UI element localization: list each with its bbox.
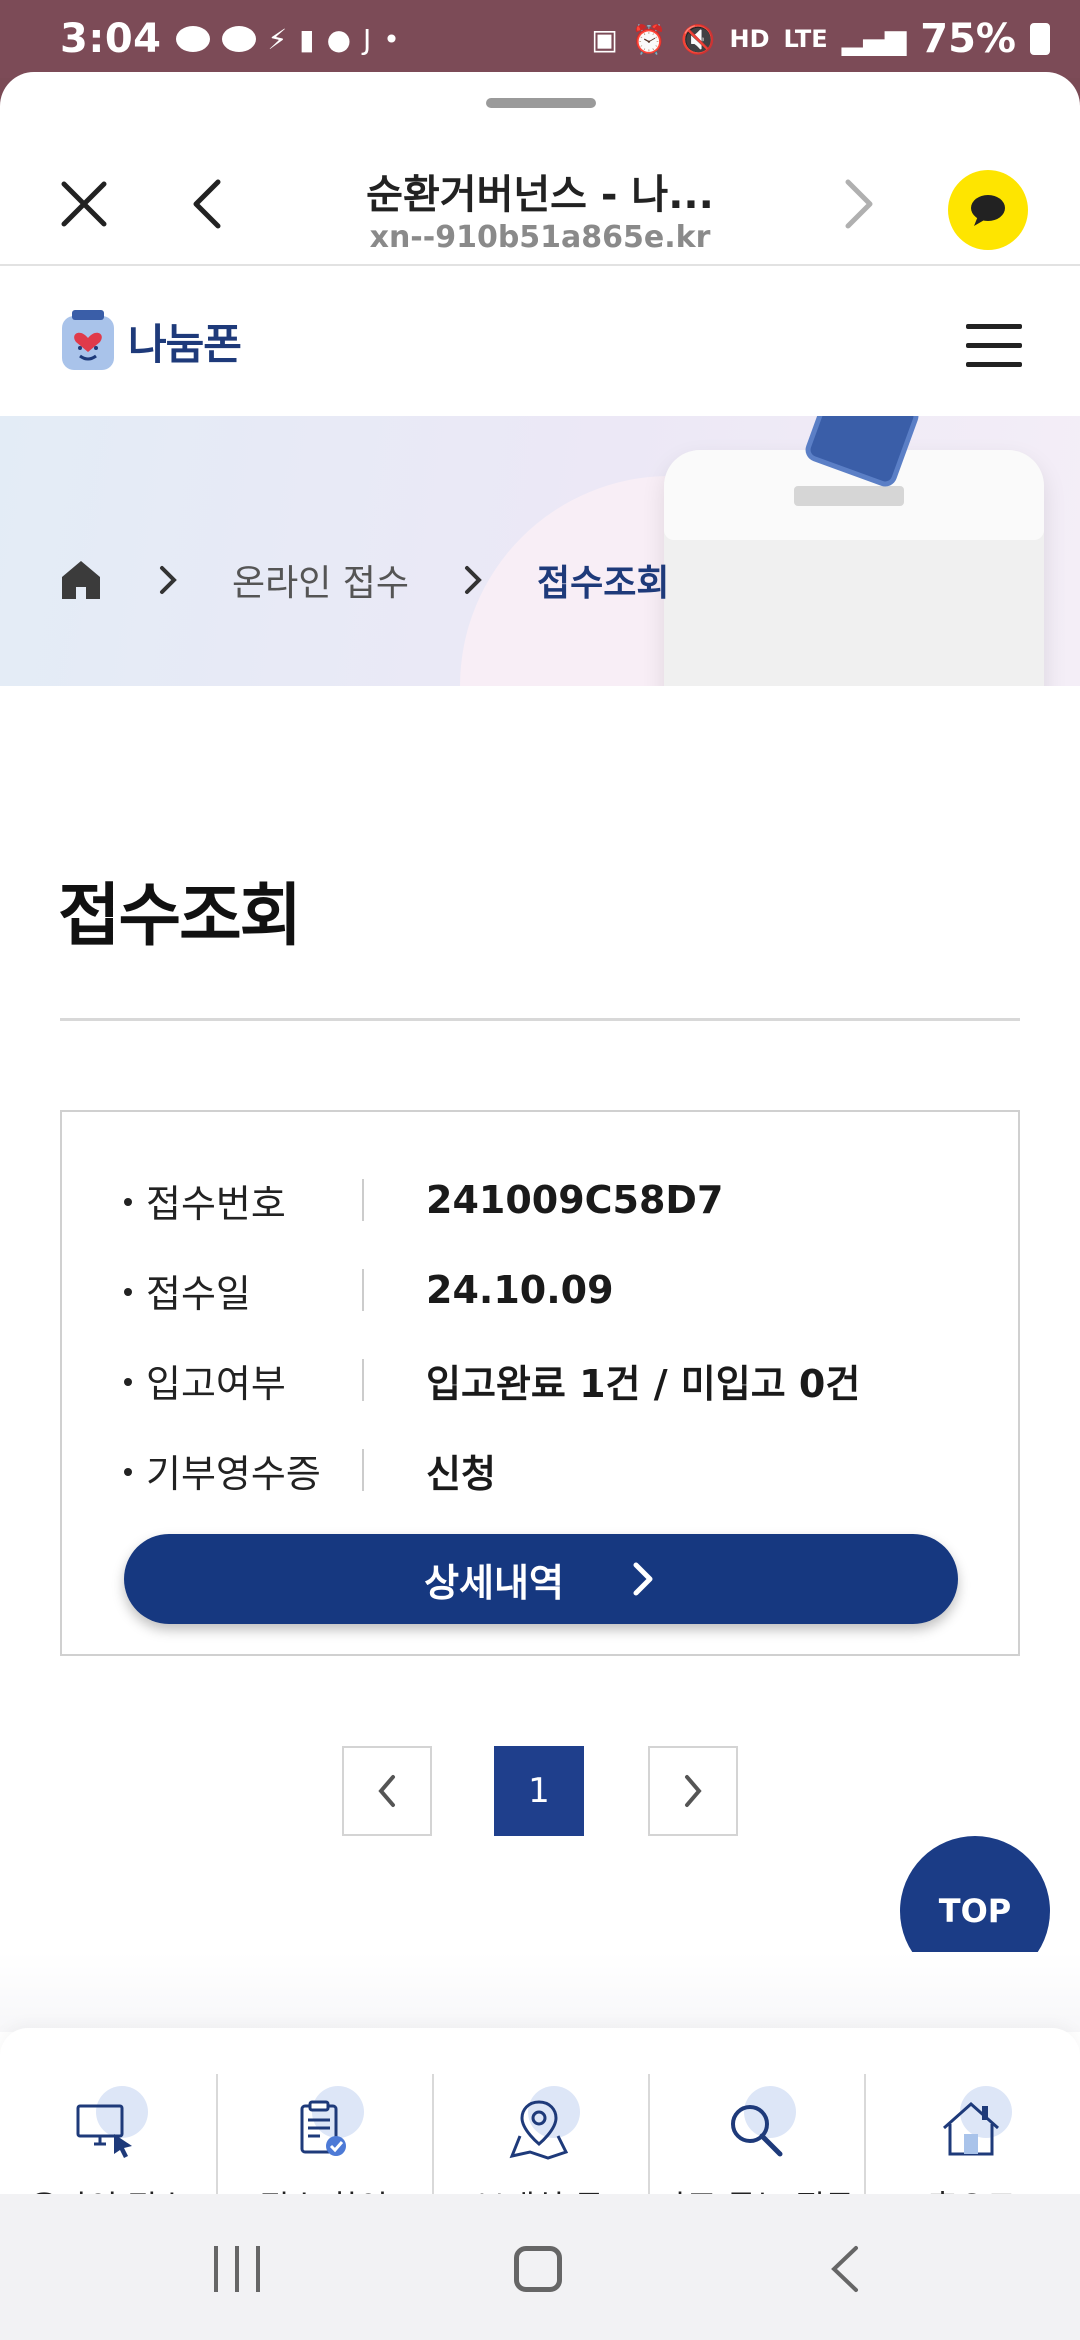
signal-icon: ▂▄▆ [841, 22, 907, 56]
browser-sheet: 순환거버넌스 - 나... xn--910b51a865e.kr 나눔폰 온라인… [0, 72, 1080, 2340]
lte-icon: LTE [783, 25, 828, 53]
info-value: 입고완료 1건 / 미입고 0건 [426, 1361, 861, 1406]
status-bar: 3:04 ⚡ ▮ ● J • ▣ ⏰ 🔇 HD LTE ▂▄▆ 75% [0, 0, 1080, 78]
notification-icons: ⚡ ▮ ● J • [175, 22, 400, 56]
chat-bubble-icon [971, 195, 1005, 226]
j-app-icon: J [363, 22, 372, 56]
logo-text: 나눔폰 [128, 319, 242, 369]
battery-icon [1030, 23, 1050, 55]
close-icon[interactable] [56, 176, 112, 232]
breadcrumb-online-intake[interactable]: 온라인 접수 [232, 554, 409, 606]
clipboard-check-icon [284, 2086, 364, 2166]
browser-toolbar: 순환거버넌스 - 나... xn--910b51a865e.kr [0, 132, 1080, 266]
kakaotalk-notification-icon [175, 26, 210, 52]
status-time: 3:04 [60, 16, 162, 62]
info-row-stock-status: 입고여부 입고완료 1건 / 미입고 0건 [122, 1350, 982, 1410]
pagination-prev-button[interactable] [342, 1746, 432, 1836]
kakao-chat-button[interactable] [948, 170, 1028, 250]
alarm-icon: ⏰ [631, 22, 667, 56]
site-header: 나눔폰 [0, 268, 1080, 414]
info-label: 접수번호 [122, 1173, 362, 1228]
detail-button[interactable]: 상세내역 [124, 1534, 958, 1624]
receipt-info-box: 접수번호 241009C58D7 접수일 24.10.09 입고여부 입고완료 … [60, 1110, 1020, 1656]
system-icons: ▣ ⏰ 🔇 HD LTE ▂▄▆ 75% [591, 16, 1050, 62]
info-row-receipt-date: 접수일 24.10.09 [122, 1260, 982, 1320]
map-pin-icon [500, 2086, 580, 2166]
phone-heart-logo-icon [62, 310, 114, 370]
home-icon[interactable] [58, 557, 104, 603]
page-banner: 온라인 접수 접수조회 [0, 416, 1080, 686]
breadcrumb: 온라인 접수 접수조회 [58, 554, 670, 606]
info-value: 241009C58D7 [426, 1178, 724, 1222]
nfc-icon: ▣ [591, 22, 618, 56]
bolt-icon: ⚡ [267, 22, 288, 56]
info-value: 신청 [426, 1451, 496, 1496]
page-title-browser: 순환거버넌스 - 나... [366, 172, 714, 218]
chevron-right-icon [633, 1562, 653, 1596]
thread-icon: ● [326, 22, 352, 56]
system-navigation-bar [0, 2194, 1080, 2340]
info-label: 입고여부 [122, 1353, 362, 1408]
info-row-donation-receipt: 기부영수증 신청 [122, 1440, 982, 1500]
donation-box-illustration [664, 416, 1044, 686]
chevron-left-icon [378, 1775, 395, 1807]
info-label: 기부영수증 [122, 1443, 362, 1498]
message-icon: ▮ [299, 22, 315, 56]
divider [362, 1269, 364, 1311]
page-url[interactable]: xn--910b51a865e.kr [300, 220, 780, 255]
hd-voice-icon: HD [729, 25, 770, 53]
chevron-right-icon [465, 566, 482, 594]
mute-icon: 🔇 [680, 22, 716, 56]
recents-icon[interactable] [214, 2246, 260, 2292]
sheet-drag-handle[interactable] [486, 98, 596, 108]
info-row-receipt-number: 접수번호 241009C58D7 [122, 1170, 982, 1230]
menu-hamburger-icon[interactable] [966, 324, 1022, 368]
back-icon[interactable] [186, 176, 230, 232]
info-value: 24.10.09 [426, 1268, 614, 1312]
house-icon [932, 2086, 1012, 2166]
forward-icon[interactable] [836, 176, 880, 232]
chevron-right-icon [685, 1775, 702, 1807]
search-icon [716, 2086, 796, 2166]
pagination-page-1[interactable]: 1 [494, 1746, 584, 1836]
breadcrumb-current: 접수조회 [537, 563, 670, 604]
system-back-icon[interactable] [826, 2244, 866, 2294]
divider [362, 1359, 364, 1401]
chat-notification-icon [221, 26, 256, 52]
page-heading: 접수조회 [58, 877, 302, 956]
info-label: 접수일 [122, 1263, 362, 1318]
detail-button-label: 상세내역 [424, 1560, 564, 1605]
home-button-icon[interactable] [514, 2246, 562, 2292]
dot-icon: • [383, 22, 400, 56]
divider [362, 1179, 364, 1221]
pagination-next-button[interactable] [648, 1746, 738, 1836]
heading-divider [60, 1018, 1020, 1021]
monitor-cursor-icon [68, 2086, 148, 2166]
divider [362, 1449, 364, 1491]
site-logo[interactable]: 나눔폰 [58, 308, 242, 374]
battery-percent: 75% [920, 16, 1016, 62]
chevron-right-icon [160, 566, 177, 594]
nav-fade [0, 1952, 1080, 2032]
